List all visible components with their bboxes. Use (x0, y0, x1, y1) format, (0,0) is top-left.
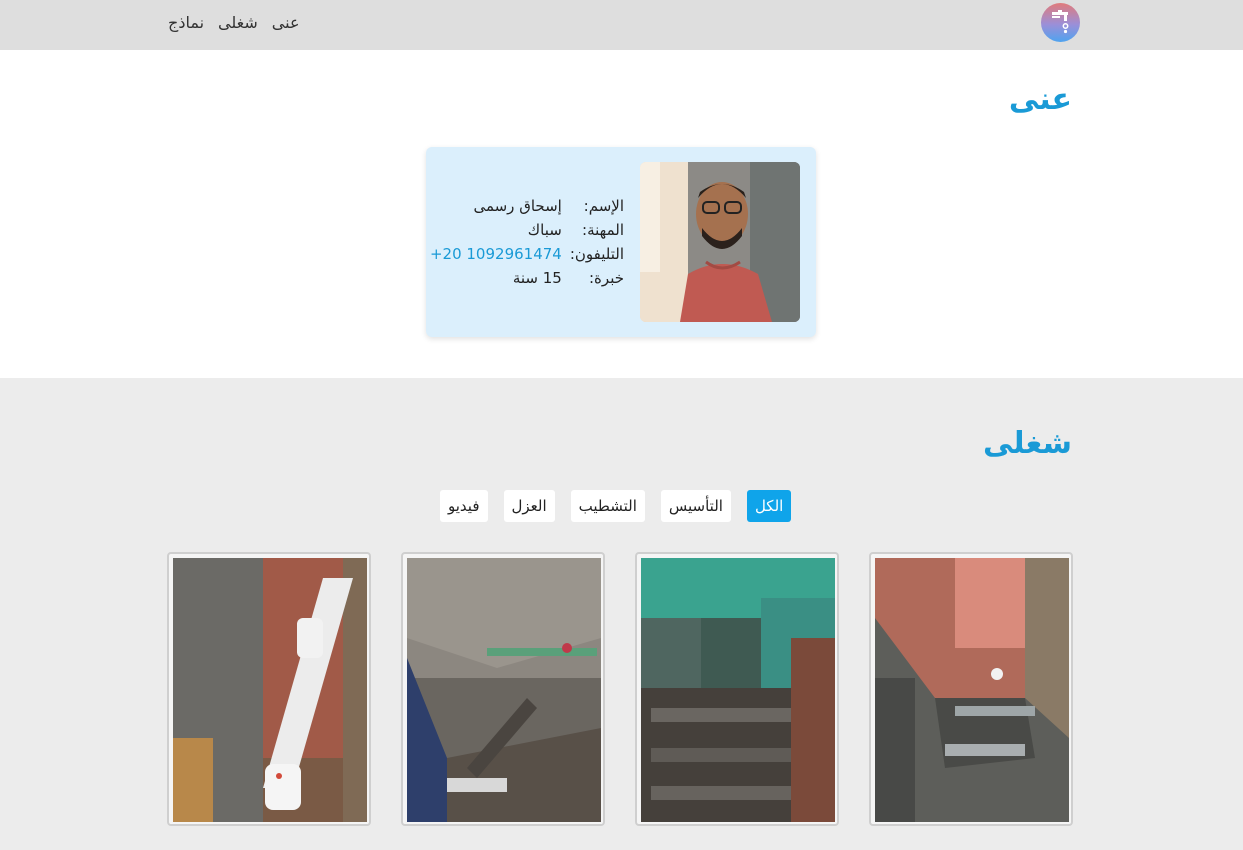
filter-finishing[interactable]: التشطيب (570, 490, 645, 522)
gallery-item[interactable] (401, 552, 605, 826)
work-title: شغلى (982, 426, 1072, 461)
nav-links: عنى شغلى نماذج (168, 12, 300, 36)
phone-link[interactable]: +20 1092961474 (430, 243, 562, 265)
gallery-item[interactable] (635, 552, 839, 826)
profile-card: الإسم: إسحاق رسمى المهنة: سباك التليفون:… (426, 147, 816, 337)
about-title: عنى (1008, 82, 1072, 117)
profile-info: الإسم: إسحاق رسمى المهنة: سباك التليفون:… (430, 195, 624, 289)
filter-insulation[interactable]: العزل (503, 490, 555, 522)
gallery-image (173, 558, 367, 822)
filter-all[interactable]: الكل (746, 490, 792, 522)
gallery-image (875, 558, 1069, 822)
filter-video[interactable]: فيديو (440, 490, 488, 522)
faucet-icon[interactable] (1041, 3, 1080, 42)
gallery-image (641, 558, 835, 822)
gallery-item[interactable] (167, 552, 371, 826)
about-section: عنى الإسم: إسحاق رسمى المهنة: سباك التلي… (0, 50, 1243, 378)
gallery-item[interactable] (869, 552, 1073, 826)
filter-bar: الكل التأسيس التشطيب العزل فيديو (440, 490, 792, 522)
nav-link-samples[interactable]: نماذج (168, 12, 204, 36)
nav-link-work[interactable]: شغلى (218, 12, 258, 36)
name-value: إسحاق رسمى (473, 197, 562, 215)
job-label: المهنة: (582, 221, 624, 239)
work-section: شغلى الكل التأسيس التشطيب العزل فيديو (0, 378, 1243, 850)
experience-label: خبرة: (589, 269, 624, 287)
name-label: الإسم: (583, 197, 624, 215)
profile-photo (640, 162, 800, 322)
top-navbar: عنى شغلى نماذج (0, 0, 1243, 50)
experience-value: 15 سنة (512, 269, 562, 287)
gallery-image (407, 558, 601, 822)
phone-label: التليفون: (569, 245, 624, 263)
job-value: سباك (527, 221, 562, 239)
gallery (167, 552, 1075, 828)
filter-foundation[interactable]: التأسيس (660, 490, 731, 522)
nav-link-about[interactable]: عنى (272, 12, 300, 36)
